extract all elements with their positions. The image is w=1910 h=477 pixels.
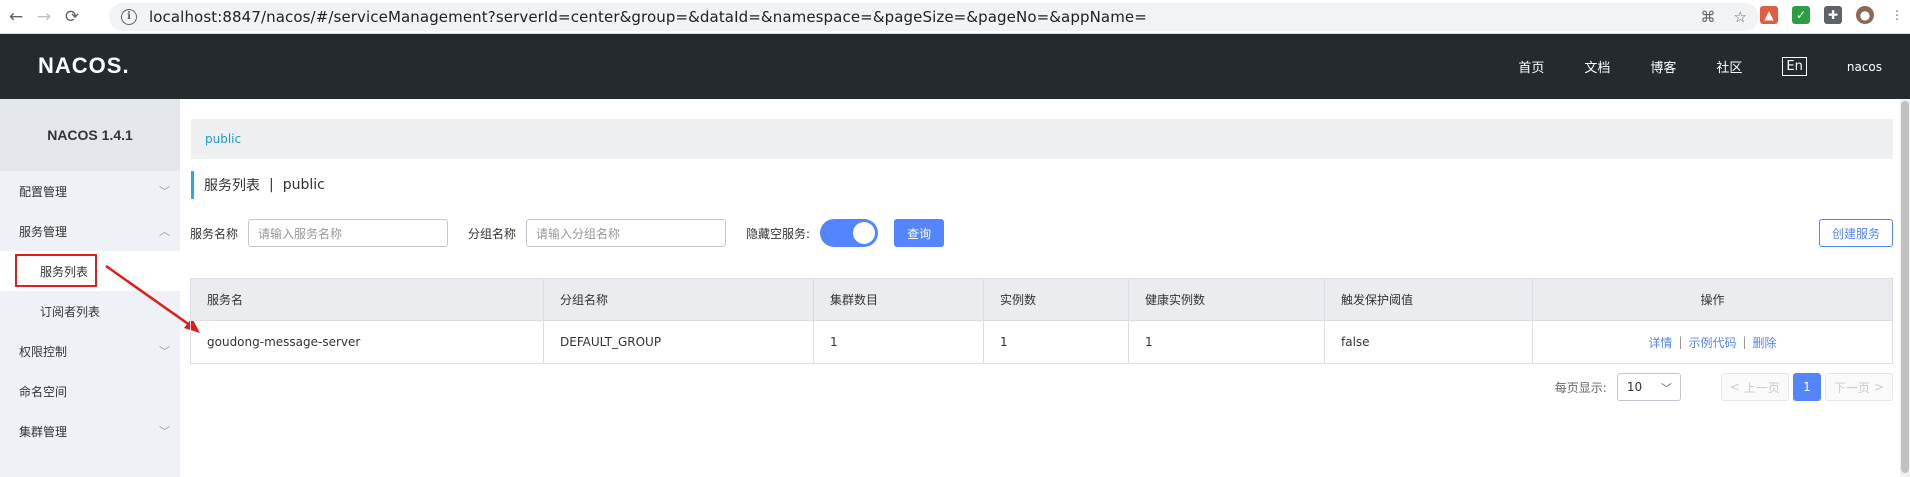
page-number-current[interactable]: 1: [1792, 373, 1821, 401]
pagination: 每页显示: 10 ﹀ < 上一页 1 下一页 >: [1555, 373, 1893, 401]
chevron-down-icon: ﹀: [1660, 382, 1672, 395]
table-row: goudong-message-server DEFAULT_GROUP 1 1…: [191, 321, 1892, 363]
namespace-bar: public: [191, 119, 1893, 159]
toggle-knob: [853, 222, 876, 244]
search-button[interactable]: 查询: [894, 219, 945, 247]
detail-link[interactable]: 详情: [1648, 334, 1672, 351]
scrollbar[interactable]: [1900, 99, 1910, 477]
prev-page-label: 上一页: [1743, 380, 1780, 395]
col-healthy-count: 健康实例数: [1129, 279, 1325, 320]
page-title: 服务列表 | public: [191, 171, 325, 199]
next-page-button[interactable]: 下一页 >: [1824, 373, 1893, 401]
page-title-namespace: public: [282, 177, 325, 193]
op-separator: |: [1678, 335, 1683, 349]
col-protect-threshold: 触发保护阈值: [1325, 279, 1533, 320]
service-table: 服务名 分组名称 集群数目 实例数 健康实例数 触发保护阈值 操作 goudon…: [190, 278, 1893, 364]
col-operations: 操作: [1700, 293, 1725, 307]
namespace-tab[interactable]: public: [205, 132, 241, 146]
create-service-button[interactable]: 创建服务: [1819, 219, 1893, 247]
filter-bar: 服务名称 请输入服务名称 分组名称 请输入分组名称 隐藏空服务: 查询 创建服务: [190, 219, 1893, 247]
cell-operations: 详情 | 示例代码 | 删除: [1533, 321, 1892, 363]
hide-empty-label: 隐藏空服务:: [746, 226, 811, 241]
group-name-input[interactable]: 请输入分组名称: [526, 219, 727, 247]
sample-code-link[interactable]: 示例代码: [1688, 334, 1736, 351]
prev-page-button[interactable]: < 上一页: [1720, 373, 1789, 401]
chevron-left-icon: <: [1729, 380, 1740, 394]
table-header: 服务名 分组名称 集群数目 实例数 健康实例数 触发保护阈值 操作: [191, 279, 1892, 321]
cell-service-name: goudong-message-server: [191, 321, 544, 363]
delete-link[interactable]: 删除: [1753, 334, 1777, 351]
cell-cluster-count: 1: [814, 321, 984, 363]
hide-empty-toggle[interactable]: [820, 219, 879, 247]
page-size-label: 每页显示:: [1554, 380, 1607, 395]
page-size-select[interactable]: 10 ﹀: [1616, 373, 1681, 401]
page-size-value: 10: [1626, 380, 1643, 394]
col-group-name: 分组名称: [544, 279, 814, 320]
cell-healthy-count: 1: [1129, 321, 1325, 363]
page-title-text: 服务列表: [204, 178, 260, 194]
col-instance-count: 实例数: [984, 279, 1129, 320]
service-name-label: 服务名称: [190, 226, 239, 241]
group-name-label: 分组名称: [468, 226, 517, 241]
scrollbar-thumb[interactable]: [1901, 101, 1909, 473]
title-separator: |: [269, 177, 274, 193]
op-separator: |: [1742, 335, 1747, 349]
col-cluster-count: 集群数目: [814, 279, 984, 320]
service-name-input[interactable]: 请输入服务名称: [248, 219, 449, 247]
cell-protect-threshold: false: [1325, 321, 1533, 363]
col-service-name: 服务名: [191, 279, 544, 320]
cell-instance-count: 1: [984, 321, 1129, 363]
next-page-label: 下一页: [1833, 380, 1870, 395]
chevron-right-icon: >: [1873, 380, 1884, 394]
cell-group-name: DEFAULT_GROUP: [544, 321, 814, 363]
